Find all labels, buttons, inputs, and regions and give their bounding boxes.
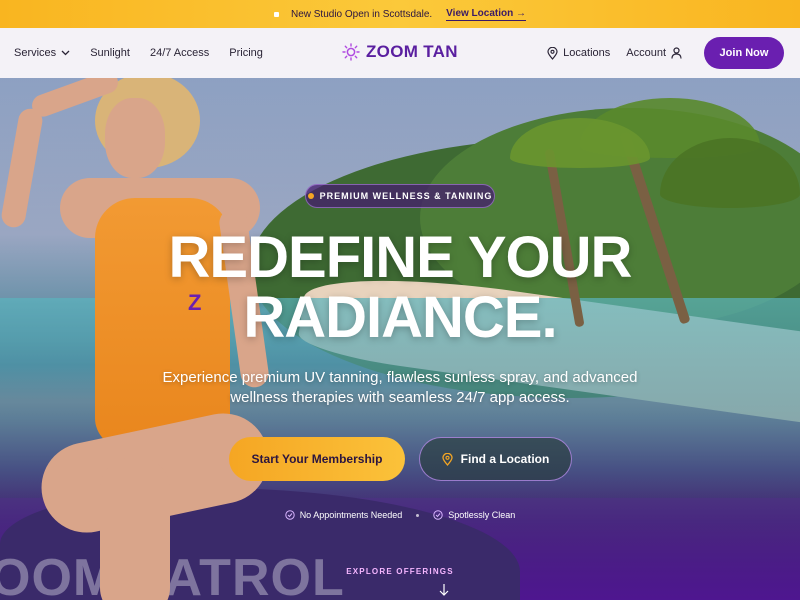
logo[interactable]: ZOOM TAN xyxy=(342,42,458,62)
arrow-right-icon: → xyxy=(516,7,527,19)
badge-label: PREMIUM WELLNESS & TANNING xyxy=(319,191,493,201)
join-now-button[interactable]: Join Now xyxy=(704,37,784,69)
badge-dot-icon xyxy=(307,193,314,199)
find-location-button[interactable]: Find a Location xyxy=(419,437,572,481)
map-pin-icon xyxy=(547,46,558,60)
announcement-dot-icon xyxy=(273,11,279,17)
announcement-bar: New Studio Open in Scottsdale. View Loca… xyxy=(0,0,800,28)
feature-item: Spotlessly Clean xyxy=(433,510,515,520)
nav-item-sunlight[interactable]: Sunlight xyxy=(90,47,130,59)
site-header: Services Sunlight 24/7 Access Pricing ZO… xyxy=(0,28,800,78)
check-circle-icon xyxy=(433,510,443,520)
locations-link[interactable]: Locations xyxy=(547,46,611,60)
nav-sunlight-label: Sunlight xyxy=(90,47,130,59)
nav-item-access[interactable]: 24/7 Access xyxy=(150,47,209,59)
locations-label: Locations xyxy=(563,47,611,59)
hero-features: No Appointments Needed Spotlessly Clean xyxy=(0,510,800,520)
feature-separator xyxy=(416,513,420,517)
hero-subhead: Experience premium UV tanning, flawless … xyxy=(162,369,638,406)
logo-text: ZOOM TAN xyxy=(366,42,458,61)
secondary-nav: Locations Account Join Now xyxy=(547,37,784,69)
explore-offerings-link[interactable]: EXPLORE OFFERINGS xyxy=(0,567,800,576)
account-label: Account xyxy=(626,47,666,59)
account-link[interactable]: Account xyxy=(626,47,682,59)
woman-face xyxy=(105,98,165,178)
check-circle-icon xyxy=(284,510,295,520)
feature-label: No Appointments Needed xyxy=(299,510,403,520)
find-location-label: Find a Location xyxy=(460,452,550,466)
nav-access-label: 24/7 Access xyxy=(149,47,210,59)
user-icon xyxy=(671,47,682,59)
hero-section: OOM PATROL Z PREMIUM WELLNESS & TANNING … xyxy=(0,78,800,600)
nav-services-label: Services xyxy=(14,47,57,59)
nav-item-pricing[interactable]: Pricing xyxy=(229,47,263,59)
feature-item: No Appointments Needed xyxy=(284,510,403,520)
view-location-label: View Location xyxy=(446,7,514,19)
hero-headline: REDEFINE YOUR RADIANCE. xyxy=(0,228,800,348)
nav-pricing-label: Pricing xyxy=(229,47,263,59)
woman-leg xyxy=(100,458,170,600)
hero-badge: PREMIUM WELLNESS & TANNING xyxy=(305,184,495,208)
nav-item-services[interactable]: Services xyxy=(14,47,70,59)
headline-line-1: REDEFINE YOUR xyxy=(168,225,633,290)
arrow-down-icon[interactable] xyxy=(438,583,450,597)
sun-logo-icon xyxy=(342,43,360,61)
primary-nav: Services Sunlight 24/7 Access Pricing xyxy=(14,47,263,59)
announcement-text: New Studio Open in Scottsdale. xyxy=(290,8,433,20)
headline-line-2: RADIANCE. xyxy=(243,285,557,350)
start-membership-button[interactable]: Start Your Membership xyxy=(229,437,405,481)
map-pin-icon xyxy=(442,452,453,466)
chevron-down-icon xyxy=(61,50,70,56)
view-location-link[interactable]: View Location → xyxy=(446,7,527,21)
woman-arm xyxy=(0,106,45,230)
feature-label: Spotlessly Clean xyxy=(448,510,516,520)
